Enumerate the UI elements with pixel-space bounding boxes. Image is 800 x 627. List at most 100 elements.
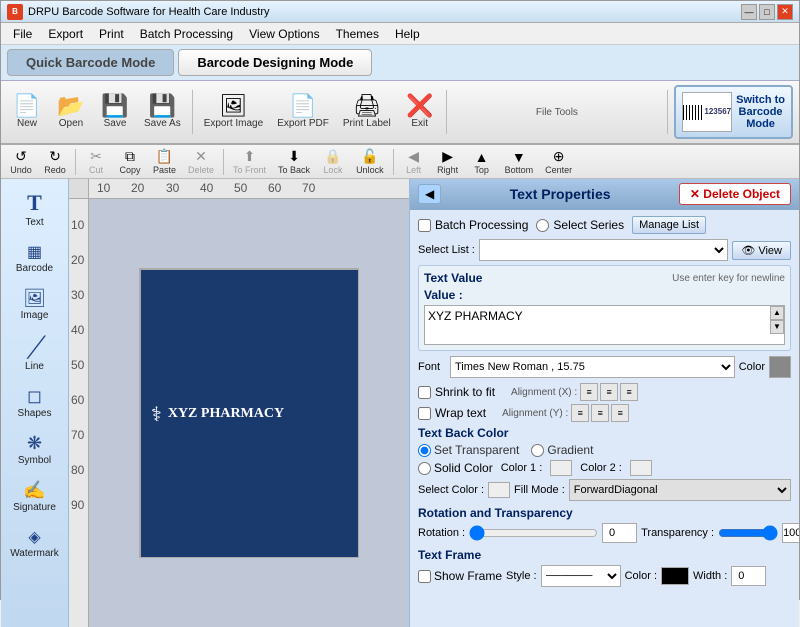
manage-list-button[interactable]: Manage List: [632, 216, 706, 234]
canvas-area[interactable]: 10 20 30 40 50 60 70 10 20 30 40 50 60 7…: [69, 179, 409, 627]
menu-batch[interactable]: Batch Processing: [132, 25, 241, 43]
frame-color-swatch[interactable]: [661, 567, 689, 585]
color1-swatch[interactable]: [550, 460, 572, 476]
sidebar-item-image[interactable]: 🖼 Image: [5, 283, 65, 326]
left-button[interactable]: ◀ Left: [398, 146, 430, 177]
font-label: Font: [418, 361, 446, 373]
frame-width-input[interactable]: [731, 566, 766, 586]
quick-barcode-tab[interactable]: Quick Barcode Mode: [7, 49, 174, 76]
close-button[interactable]: ✕: [777, 4, 793, 20]
cut-button[interactable]: ✂ Cut: [80, 146, 112, 177]
set-transparent-radio[interactable]: [418, 444, 431, 457]
unlock-button[interactable]: 🔓 Unlock: [351, 146, 389, 177]
select-color-swatch[interactable]: [488, 482, 510, 498]
text-value-textarea[interactable]: [425, 306, 768, 344]
new-button[interactable]: 📄 New: [7, 92, 47, 132]
align-left-button[interactable]: ≡: [580, 383, 598, 401]
sidebar-item-barcode[interactable]: ▦ Barcode: [5, 237, 65, 279]
solid-color-label: Solid Color: [418, 461, 493, 475]
align-center-x-button[interactable]: ≡: [600, 383, 618, 401]
shrink-to-fit-label: Shrink to fit: [435, 385, 495, 399]
svg-text:20: 20: [131, 181, 145, 195]
spin-down-button[interactable]: ▼: [770, 320, 784, 334]
select-list-dropdown[interactable]: [479, 239, 728, 261]
bottom-button[interactable]: ▼ Bottom: [500, 147, 539, 177]
top-button[interactable]: ▲ Top: [466, 147, 498, 177]
sidebar-item-symbol[interactable]: ❋ Symbol: [5, 428, 65, 471]
redo-button[interactable]: ↻ Redo: [39, 146, 71, 177]
lock-button[interactable]: 🔒 Lock: [317, 146, 349, 177]
save-button[interactable]: 💾 Save: [95, 92, 135, 132]
view-button[interactable]: 👁 View: [732, 241, 791, 260]
minimize-button[interactable]: —: [741, 4, 757, 20]
select-series-row: Select Series: [536, 218, 624, 232]
fill-mode-select[interactable]: ForwardDiagonal: [569, 479, 791, 501]
undo-button[interactable]: ↺ Undo: [5, 146, 37, 177]
menu-file[interactable]: File: [5, 25, 40, 43]
font-color-swatch[interactable]: [769, 356, 791, 378]
set-transparent-label: Set Transparent: [418, 443, 519, 457]
exit-button[interactable]: ❌ Exit: [400, 92, 440, 132]
frame-color-label: Color :: [625, 570, 657, 582]
align-middle-button[interactable]: ≡: [591, 404, 609, 422]
bottom-icon: ▼: [512, 149, 526, 165]
batch-processing-checkbox[interactable]: [418, 219, 431, 232]
svg-text:10: 10: [71, 218, 85, 232]
center-button[interactable]: ⊕ Center: [540, 146, 577, 177]
menu-print[interactable]: Print: [91, 25, 132, 43]
paste-button[interactable]: 📋 Paste: [148, 146, 181, 177]
align-right-button[interactable]: ≡: [620, 383, 638, 401]
sidebar-item-signature[interactable]: ✍ Signature: [5, 475, 65, 518]
sidebar-item-shapes[interactable]: ◻ Shapes: [5, 381, 65, 424]
export-pdf-button[interactable]: 📄 Export PDF: [272, 92, 334, 132]
save-as-icon: 💾: [149, 95, 176, 117]
align-bottom-button[interactable]: ≡: [611, 404, 629, 422]
show-frame-checkbox[interactable]: [418, 570, 431, 583]
barcode-designing-tab[interactable]: Barcode Designing Mode: [178, 49, 372, 76]
right-button[interactable]: ▶ Right: [432, 146, 464, 177]
barcode-mode-icon: 123567: [682, 92, 732, 132]
svg-text:20: 20: [71, 253, 85, 267]
rotation-row: Rotation : Transparency :: [418, 523, 791, 543]
shrink-to-fit-checkbox[interactable]: [418, 386, 431, 399]
sidebar-item-watermark[interactable]: ◈ Watermark: [5, 522, 65, 564]
paste-icon: 📋: [156, 148, 173, 165]
delete-icon: ✕: [195, 148, 207, 165]
delete-button[interactable]: ✕ Delete: [183, 146, 219, 177]
color2-swatch[interactable]: [630, 460, 652, 476]
menu-help[interactable]: Help: [387, 25, 428, 43]
open-button[interactable]: 📂 Open: [51, 92, 91, 132]
export-image-button[interactable]: 🖼 Export Image: [199, 92, 268, 132]
transparency-input[interactable]: [782, 523, 799, 543]
switch-barcode-mode-button[interactable]: 123567 Switch to Barcode Mode: [674, 85, 793, 139]
font-select[interactable]: Times New Roman , 15.75: [450, 356, 735, 378]
print-label-button[interactable]: 🖨 Print Label: [338, 92, 396, 132]
to-front-button[interactable]: ⬆ To Front: [228, 146, 271, 177]
wrap-text-checkbox[interactable]: [418, 407, 431, 420]
save-as-button[interactable]: 💾 Save As: [139, 92, 186, 132]
frame-style-label: Style :: [506, 570, 537, 582]
copy-button[interactable]: ⧉ Copy: [114, 146, 146, 177]
menu-themes[interactable]: Themes: [328, 25, 387, 43]
align-top-button[interactable]: ≡: [571, 404, 589, 422]
transparency-slider[interactable]: [718, 526, 778, 540]
solid-color-radio[interactable]: [418, 462, 431, 475]
menu-export[interactable]: Export: [40, 25, 91, 43]
to-back-button[interactable]: ⬇ To Back: [273, 146, 315, 177]
rotation-input[interactable]: [602, 523, 637, 543]
spin-up-button[interactable]: ▲: [770, 306, 784, 320]
sidebar-item-line[interactable]: ╱ Line: [5, 330, 65, 377]
select-series-label: Select Series: [553, 218, 624, 232]
panel-back-button[interactable]: ◀: [418, 184, 441, 204]
solid-color-row: Solid Color Color 1 : Color 2 :: [418, 460, 791, 476]
rotation-slider[interactable]: [469, 526, 598, 540]
sidebar-item-text[interactable]: T Text: [5, 185, 65, 233]
switch-barcode-label: Switch to Barcode Mode: [736, 94, 785, 130]
select-series-radio[interactable]: [536, 219, 549, 232]
delete-object-button[interactable]: ✕ Delete Object: [679, 183, 791, 205]
maximize-button[interactable]: □: [759, 4, 775, 20]
frame-style-select[interactable]: ──────: [541, 565, 621, 587]
gradient-radio[interactable]: [531, 444, 544, 457]
unlock-icon: 🔓: [361, 148, 378, 165]
menu-view-options[interactable]: View Options: [241, 25, 327, 43]
